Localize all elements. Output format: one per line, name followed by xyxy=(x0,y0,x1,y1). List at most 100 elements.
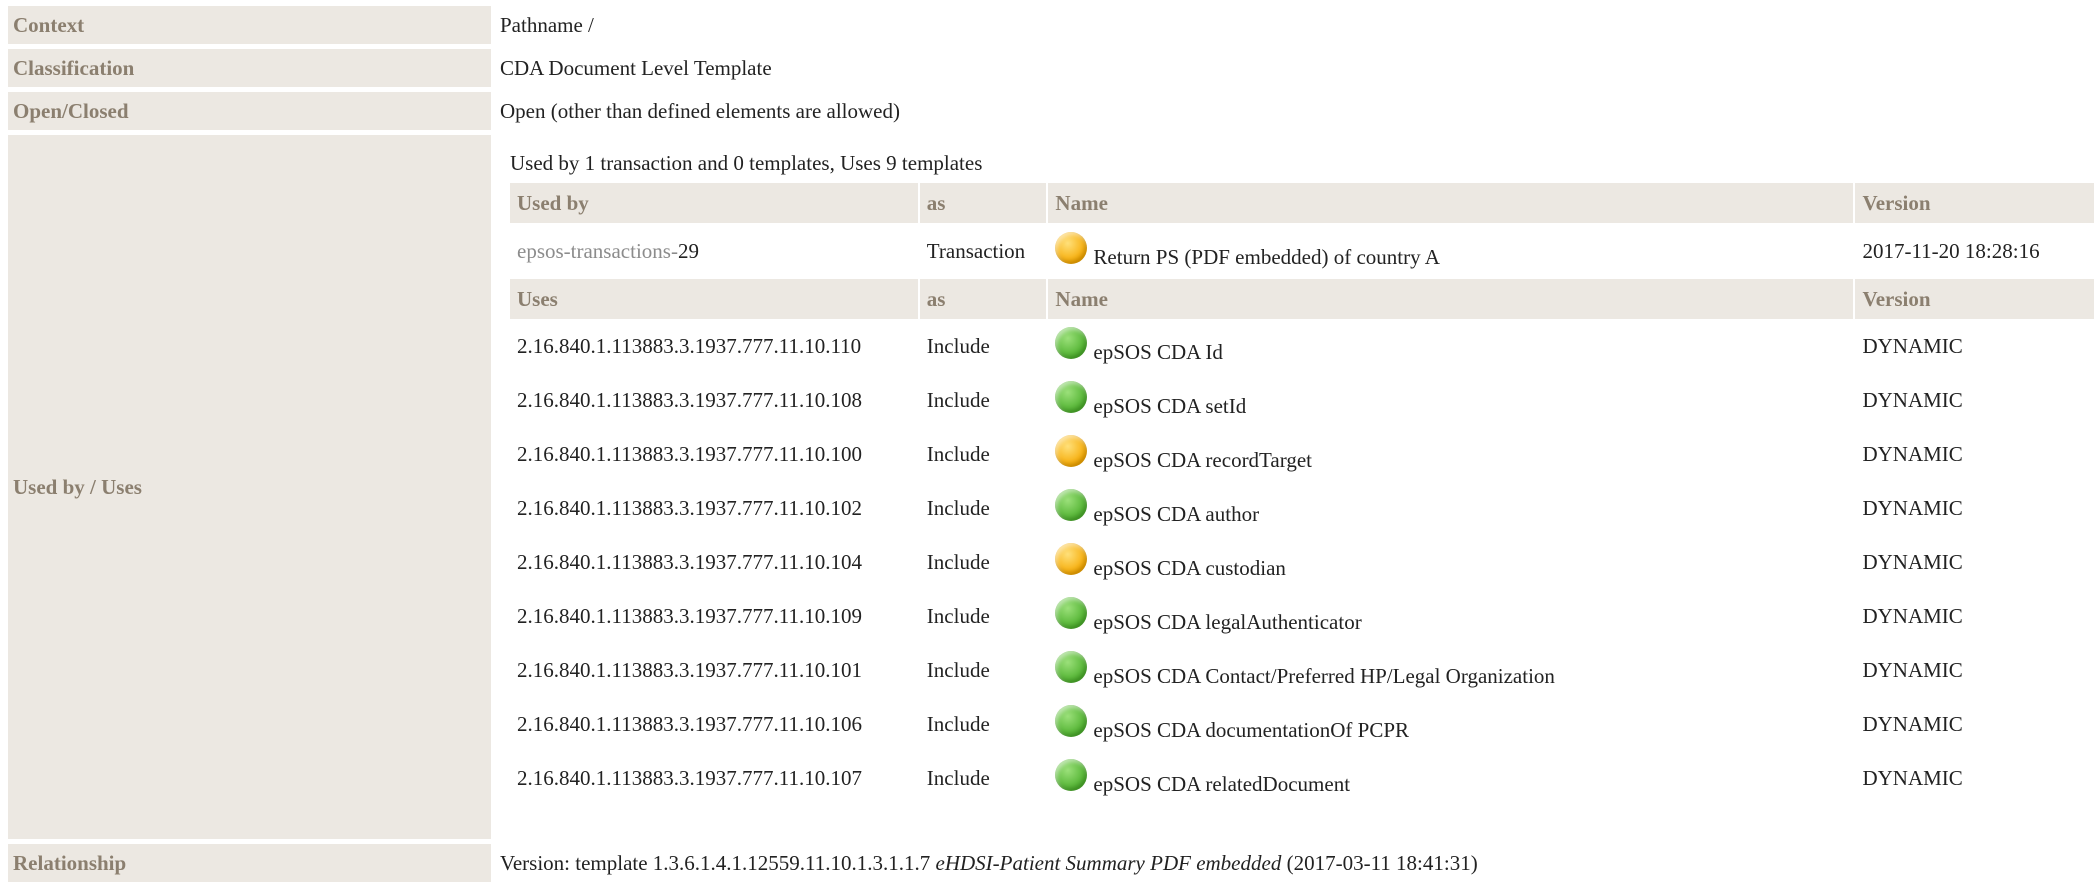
as-cell: Transaction xyxy=(926,238,1026,263)
header-uses: Uses xyxy=(510,279,920,319)
version-cell: DYNAMIC xyxy=(1862,441,1963,466)
template-name: epSOS CDA Id xyxy=(1055,327,1223,364)
open-closed-value: Open (other than defined elements are al… xyxy=(500,98,900,123)
version-cell: DYNAMIC xyxy=(1862,765,1963,790)
green-status-icon xyxy=(1055,651,1088,683)
used-by-header-row: Used by as Name Version xyxy=(510,183,2094,223)
name-cell: epSOS CDA relatedDocument xyxy=(1048,751,1855,805)
template-id-cell[interactable]: 2.16.840.1.113883.3.1937.777.11.10.109 xyxy=(510,589,920,643)
template-id-cell[interactable]: 2.16.840.1.113883.3.1937.777.11.10.101 xyxy=(510,643,920,697)
version-cell: DYNAMIC xyxy=(1862,387,1963,412)
template-properties-table: Context Pathname / Classification CDA Do… xyxy=(8,6,2094,882)
template-id-cell[interactable]: 2.16.840.1.113883.3.1937.777.11.10.106 xyxy=(510,697,920,751)
template-name: Return PS (PDF embedded) of country A xyxy=(1055,232,1440,269)
version-cell: DYNAMIC xyxy=(1862,657,1963,682)
name-cell: epSOS CDA custodian xyxy=(1048,535,1855,589)
header-name: Name xyxy=(1048,183,1856,223)
green-status-icon xyxy=(1055,597,1088,629)
context-label: Context xyxy=(8,6,491,44)
name-cell: epSOS CDA legalAuthenticator xyxy=(1048,589,1855,643)
used-by-ref-cell: epsos-transactions-29 xyxy=(510,223,920,279)
template-name-link[interactable]: epSOS CDA Id xyxy=(1093,340,1223,365)
name-cell: epSOS CDA Contact/Preferred HP/Legal Org… xyxy=(1048,643,1855,697)
orange-status-icon xyxy=(1055,435,1088,467)
template-name: epSOS CDA Contact/Preferred HP/Legal Org… xyxy=(1055,651,1555,688)
template-name-link[interactable]: Return PS (PDF embedded) of country A xyxy=(1093,245,1439,270)
relationship-prefix: Version: template 1.3.6.1.4.1.12559.11.1… xyxy=(500,850,931,875)
transaction-link[interactable]: epsos-transactions- xyxy=(517,239,678,263)
as-cell: Include xyxy=(926,711,990,736)
template-name-link[interactable]: epSOS CDA recordTarget xyxy=(1093,448,1312,473)
template-name-link[interactable]: epSOS CDA author xyxy=(1093,502,1259,527)
as-cell: Include xyxy=(926,765,990,790)
template-name-link[interactable]: epSOS CDA custodian xyxy=(1093,556,1286,581)
uses-row: 2.16.840.1.113883.3.1937.777.11.10.108 In… xyxy=(510,373,2094,427)
relationship-date: (2017-03-11 18:41:31) xyxy=(1286,850,1478,875)
template-id-cell[interactable]: 2.16.840.1.113883.3.1937.777.11.10.102 xyxy=(510,481,920,535)
as-cell: Include xyxy=(926,657,990,682)
name-cell: epSOS CDA documentationOf PCPR xyxy=(1048,697,1855,751)
usage-table: Used by as Name Version epsos-transactio… xyxy=(510,183,2094,805)
used-by-uses-label: Used by / Uses xyxy=(8,135,491,839)
template-name-link[interactable]: epSOS CDA Contact/Preferred HP/Legal Org… xyxy=(1093,664,1555,689)
as-cell: Include xyxy=(926,495,990,520)
uses-row: 2.16.840.1.113883.3.1937.777.11.10.107 In… xyxy=(510,751,2094,805)
name-cell: epSOS CDA setId xyxy=(1048,373,1855,427)
transaction-number[interactable]: 29 xyxy=(678,239,699,263)
template-id-cell[interactable]: 2.16.840.1.113883.3.1937.777.11.10.107 xyxy=(510,751,920,805)
name-cell: epSOS CDA author xyxy=(1048,481,1855,535)
template-name: epSOS CDA documentationOf PCPR xyxy=(1055,705,1409,742)
template-name-link[interactable]: epSOS CDA relatedDocument xyxy=(1093,772,1350,797)
uses-row: 2.16.840.1.113883.3.1937.777.11.10.106 In… xyxy=(510,697,2094,751)
template-name: epSOS CDA recordTarget xyxy=(1055,435,1312,472)
as-cell: Include xyxy=(926,387,990,412)
header-as: as xyxy=(919,183,1049,223)
green-status-icon xyxy=(1055,705,1088,737)
uses-row: 2.16.840.1.113883.3.1937.777.11.10.109 In… xyxy=(510,589,2094,643)
green-status-icon xyxy=(1055,489,1088,521)
template-id-cell[interactable]: 2.16.840.1.113883.3.1937.777.11.10.108 xyxy=(510,373,920,427)
orange-status-icon xyxy=(1055,232,1088,264)
green-status-icon xyxy=(1055,381,1088,413)
header-version: Version xyxy=(1855,279,2094,319)
uses-header-row: Uses as Name Version xyxy=(510,279,2094,319)
relationship-label: Relationship xyxy=(8,844,491,882)
usage-summary: Used by 1 transaction and 0 templates, U… xyxy=(510,150,983,175)
header-used-by: Used by xyxy=(510,183,920,223)
green-status-icon xyxy=(1055,327,1088,359)
uses-row: 2.16.840.1.113883.3.1937.777.11.10.101 In… xyxy=(510,643,2094,697)
orange-status-icon xyxy=(1055,543,1088,575)
as-cell: Include xyxy=(926,333,990,358)
as-cell: Include xyxy=(926,549,990,574)
relationship-template-name[interactable]: eHDSI-Patient Summary PDF embedded xyxy=(936,851,1282,876)
name-cell: epSOS CDA Id xyxy=(1048,319,1855,373)
classification-value: CDA Document Level Template xyxy=(500,55,772,80)
template-name: epSOS CDA custodian xyxy=(1055,543,1286,580)
template-name-link[interactable]: epSOS CDA documentationOf PCPR xyxy=(1093,718,1409,743)
used-by-uses-panel: Used by 1 transaction and 0 templates, U… xyxy=(500,135,2094,839)
uses-row: 2.16.840.1.113883.3.1937.777.11.10.110 In… xyxy=(510,319,2094,373)
version-cell: DYNAMIC xyxy=(1862,495,1963,520)
uses-row: 2.16.840.1.113883.3.1937.777.11.10.104 In… xyxy=(510,535,2094,589)
template-name: epSOS CDA legalAuthenticator xyxy=(1055,597,1362,634)
as-cell: Include xyxy=(926,441,990,466)
uses-row: 2.16.840.1.113883.3.1937.777.11.10.102 In… xyxy=(510,481,2094,535)
template-id-cell[interactable]: 2.16.840.1.113883.3.1937.777.11.10.110 xyxy=(510,319,920,373)
header-as: as xyxy=(919,279,1049,319)
uses-row: 2.16.840.1.113883.3.1937.777.11.10.100 In… xyxy=(510,427,2094,481)
version-cell: DYNAMIC xyxy=(1862,333,1963,358)
template-name: epSOS CDA relatedDocument xyxy=(1055,759,1350,796)
version-cell: DYNAMIC xyxy=(1862,549,1963,574)
version-cell: 2017-11-20 18:28:16 xyxy=(1862,238,2040,263)
template-id-cell[interactable]: 2.16.840.1.113883.3.1937.777.11.10.104 xyxy=(510,535,920,589)
template-name-link[interactable]: epSOS CDA legalAuthenticator xyxy=(1093,610,1361,635)
header-version: Version xyxy=(1855,183,2094,223)
template-name-link[interactable]: epSOS CDA setId xyxy=(1093,394,1246,419)
as-cell: Include xyxy=(926,603,990,628)
version-cell: DYNAMIC xyxy=(1862,603,1963,628)
template-name: epSOS CDA author xyxy=(1055,489,1259,526)
template-id-cell[interactable]: 2.16.840.1.113883.3.1937.777.11.10.100 xyxy=(510,427,920,481)
green-status-icon xyxy=(1055,759,1088,791)
used-by-row: epsos-transactions-29 Transaction Return P… xyxy=(510,223,2094,279)
name-cell: Return PS (PDF embedded) of country A xyxy=(1048,223,1855,279)
